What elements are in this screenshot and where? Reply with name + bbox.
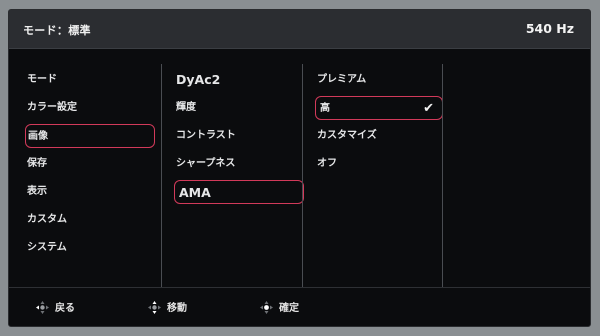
check-icon: ✔ [423, 101, 434, 116]
submenu-item-contrast[interactable]: コントラスト [176, 124, 292, 148]
menu-item-custom[interactable]: カスタム [27, 208, 153, 232]
menu-item-color-settings[interactable]: カラー設定 [27, 96, 153, 120]
refresh-rate: 540 Hz [525, 21, 574, 36]
dpad-left-icon [36, 301, 49, 314]
dpad-center-icon [260, 301, 273, 314]
submenu-item-ama[interactable]: AMA [174, 180, 304, 204]
empty-column [442, 64, 453, 288]
menu-item-picture[interactable]: 画像 [25, 124, 155, 148]
menu-item-system[interactable]: システム [27, 236, 153, 260]
osd-header: モード：標準 540 Hz [9, 10, 590, 49]
submenu-item-sharpness[interactable]: シャープネス [176, 152, 292, 176]
option-off[interactable]: オフ [317, 152, 435, 176]
option-high[interactable]: 高 ✔ [315, 96, 443, 120]
menu-item-mode[interactable]: モード [27, 68, 153, 92]
menu-item-save[interactable]: 保存 [27, 152, 153, 176]
ama-options-column: プレミアム 高 ✔ カスタマイズ オフ [302, 64, 443, 288]
option-high-label: 高 [320, 103, 330, 114]
footer-confirm-label: 確定 [279, 303, 299, 314]
mode-title: モード：標準 [23, 24, 91, 37]
osd-footer: 戻る 移動 確定 [9, 287, 590, 326]
submenu-item-dyac2[interactable]: DyAc2 [176, 68, 292, 92]
picture-submenu-column: DyAc2 輝度 コントラスト シャープネス AMA [161, 64, 304, 288]
option-premium[interactable]: プレミアム [317, 68, 435, 92]
menu-item-display[interactable]: 表示 [27, 180, 153, 204]
option-customize[interactable]: カスタマイズ [317, 124, 435, 148]
submenu-item-brightness[interactable]: 輝度 [176, 96, 292, 120]
dpad-updown-icon [148, 301, 161, 314]
main-menu-column: モード カラー設定 画像 保存 表示 カスタム システム [9, 64, 159, 288]
osd-menu: モード：標準 540 Hz モード カラー設定 画像 保存 表示 カスタム シス… [8, 9, 591, 327]
footer-back-label: 戻る [55, 303, 75, 314]
footer-move-label: 移動 [167, 303, 187, 314]
